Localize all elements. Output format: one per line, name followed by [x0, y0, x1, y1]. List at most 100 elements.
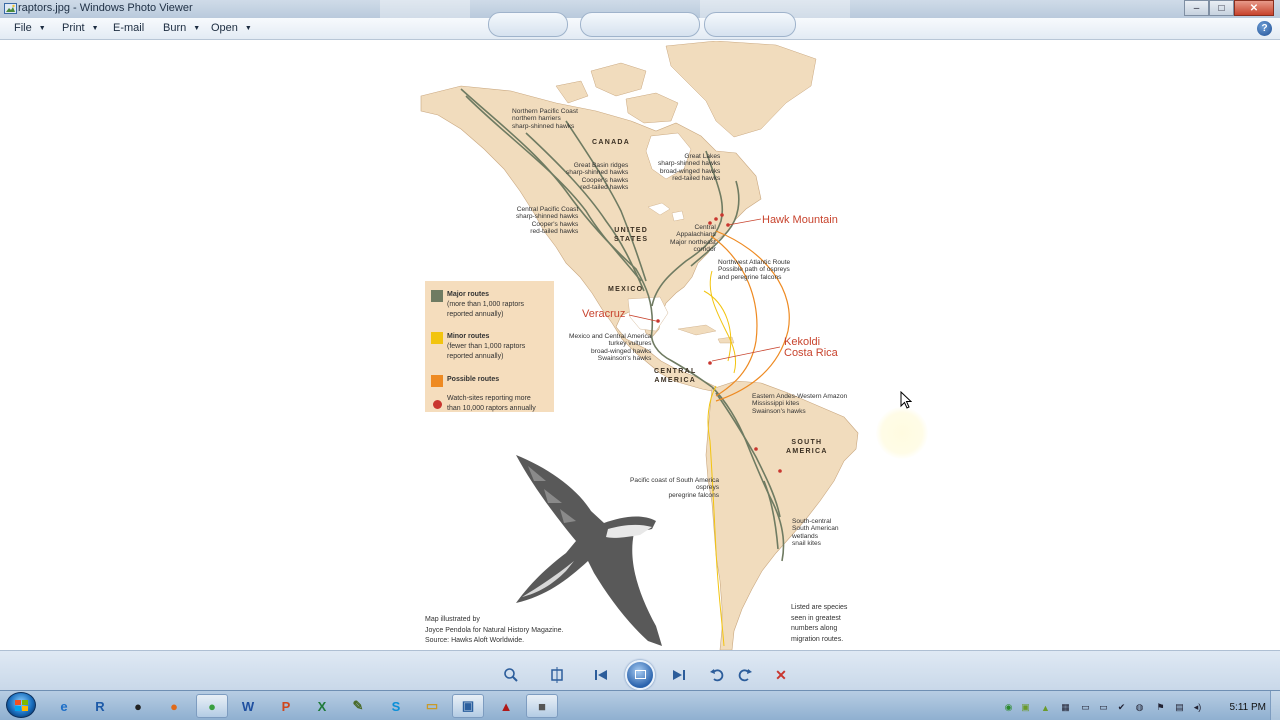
- chevron-down-icon: ▼: [91, 25, 99, 32]
- maximize-button[interactable]: □: [1209, 0, 1234, 16]
- route-title: Northwest Atlantic Route: [718, 259, 791, 266]
- tray-app-icon[interactable]: ◍: [1134, 702, 1145, 713]
- route-great-lakes: Great Lakes sharp-shinned hawks broad-wi…: [658, 153, 720, 183]
- label-hawk-mountain: Hawk Mountain: [762, 214, 838, 226]
- route-mexico-central-america: Mexico and Central America turkey vultur…: [569, 333, 651, 363]
- route-title: Pacific coast of South America: [630, 477, 720, 484]
- note-line: migration routes.: [791, 635, 844, 643]
- note-line: seen in greatest: [791, 614, 841, 622]
- tray-app-icon[interactable]: ▭: [1098, 702, 1109, 713]
- screen: raptors.jpg - Windows Photo Viewer – □ ✕…: [0, 0, 1280, 720]
- route-species: red-tailed hawks: [530, 228, 579, 236]
- tray-app-icon[interactable]: ▲: [1040, 702, 1051, 713]
- windows-logo-icon: [15, 700, 28, 711]
- menu-burn[interactable]: Burn ▼: [163, 22, 200, 34]
- taskbar-chrome-button[interactable]: ●: [196, 694, 228, 718]
- route-species: sharp-shinned hawks: [566, 169, 629, 177]
- taskbar-record-button[interactable]: ●: [122, 694, 154, 718]
- taskbar-explorer-button[interactable]: ▭: [416, 694, 448, 718]
- photo-viewer-app-icon: [4, 3, 17, 14]
- zoom-icon[interactable]: [502, 666, 520, 684]
- label-us-line2: STATES: [614, 236, 649, 243]
- menu-print[interactable]: Print ▼: [62, 22, 99, 34]
- route-title: Eastern Andes-Western Amazon: [752, 393, 848, 400]
- route-central-pacific: Central Pacific Coast sharp-shinned hawk…: [516, 206, 578, 236]
- taskbar-clock[interactable]: 5:11 PM: [1230, 702, 1267, 713]
- taskbar-notes-button[interactable]: ✎: [342, 694, 374, 718]
- previous-icon[interactable]: [592, 666, 610, 684]
- taskbar-camtasia-button[interactable]: ■: [526, 694, 558, 718]
- help-button[interactable]: ?: [1257, 21, 1272, 36]
- tray-app-icon[interactable]: ✔: [1116, 702, 1127, 713]
- raptor-migration-map: CANADA UNITED STATES MEXICO CENTRAL AMERIC…: [416, 41, 864, 650]
- menu-file[interactable]: File ▼: [14, 22, 46, 34]
- rotate-left-icon[interactable]: [708, 666, 726, 684]
- label-central-america: CENTRAL AMERICA: [654, 367, 697, 385]
- note-line: Listed are species: [791, 604, 848, 611]
- watch-site-dot: [778, 469, 782, 473]
- slideshow-button[interactable]: [625, 660, 655, 690]
- arctic-island: [625, 92, 679, 124]
- photo-viewer-icon: ▣: [461, 698, 475, 713]
- minimize-button[interactable]: –: [1184, 0, 1209, 16]
- cursor-highlight: [876, 407, 928, 459]
- route-species: red-tailed hawks: [580, 184, 629, 192]
- route-species: sharp-shinned hawks: [516, 213, 579, 221]
- tray-app-icon[interactable]: ▭: [1080, 702, 1091, 713]
- menu-burn-label: Burn: [163, 22, 187, 34]
- route-species: sharp-shinned hawks: [658, 160, 721, 168]
- network-icon[interactable]: ▤: [1174, 702, 1185, 713]
- credit-line: Map illustrated by: [425, 616, 480, 623]
- taskbar-r-button[interactable]: R: [84, 694, 116, 718]
- skype-icon: S: [391, 698, 401, 714]
- delete-icon[interactable]: ✕: [772, 666, 790, 684]
- watch-site-dot: [714, 217, 718, 221]
- legend-line: Possible routes: [447, 376, 500, 383]
- note-line: numbers along: [791, 625, 838, 632]
- taskbar-word-button[interactable]: W: [232, 694, 264, 718]
- caribbean-islands: [677, 324, 735, 344]
- menu-email[interactable]: E-mail: [113, 22, 144, 34]
- label-us-line1: UNITED: [614, 227, 649, 234]
- taskbar-skype-button[interactable]: S: [380, 694, 412, 718]
- route-title: wetlands: [792, 532, 819, 540]
- label-ca-line1: CENTRAL: [654, 368, 697, 375]
- rotate-delete-group: [704, 12, 796, 37]
- chevron-down-icon: ▼: [244, 25, 252, 32]
- route-species: broad-winged hawks: [590, 347, 652, 355]
- taskbar-powerpoint-button[interactable]: P: [270, 694, 302, 718]
- show-desktop-button[interactable]: [1270, 691, 1280, 720]
- gulf-of-mexico: [627, 296, 669, 332]
- menu-open[interactable]: Open ▼: [211, 22, 252, 34]
- close-button[interactable]: ✕: [1234, 0, 1274, 16]
- taskbar-photo-viewer-button[interactable]: ▣: [452, 694, 484, 718]
- action-center-flag-icon[interactable]: ⚑: [1155, 702, 1166, 713]
- route-title: South-central: [792, 518, 832, 525]
- legend-line: Major routes: [447, 291, 490, 298]
- label-veracruz: Veracruz: [582, 308, 626, 320]
- chevron-down-icon: ▼: [193, 25, 201, 32]
- route-great-basin: Great Basin ridges sharp-shinned hawks C…: [566, 162, 628, 192]
- route-title: Appalachians: [676, 231, 716, 239]
- route-pacific-south-america: Pacific coast of South America ospreys p…: [630, 477, 719, 499]
- label-sa-line2: AMERICA: [786, 448, 828, 455]
- tray-app-icon[interactable]: ▦: [1060, 702, 1071, 713]
- route-title: Northern Pacific Coast: [512, 108, 578, 115]
- taskbar-firefox-button[interactable]: ●: [158, 694, 190, 718]
- taskbar-excel-button[interactable]: X: [306, 694, 338, 718]
- next-icon[interactable]: [670, 666, 688, 684]
- tray-app-icon[interactable]: ▣: [1020, 702, 1031, 713]
- window-controls: – □ ✕: [1184, 0, 1274, 16]
- slideshow-icon: [635, 670, 646, 679]
- arctic-island: [555, 80, 589, 104]
- map-credit: Map illustrated by Joyce Pendola for Nat…: [425, 615, 564, 647]
- volume-icon[interactable]: ◂): [1192, 702, 1203, 713]
- taskbar-ie-button[interactable]: e: [48, 694, 80, 718]
- start-button[interactable]: [6, 692, 36, 718]
- taskbar-acrobat-button[interactable]: ▲: [490, 694, 522, 718]
- rotate-right-icon[interactable]: [736, 666, 754, 684]
- route-title: Great Lakes: [684, 153, 721, 160]
- network-status-icon[interactable]: ◉: [1003, 702, 1014, 713]
- actual-size-icon[interactable]: [548, 666, 566, 684]
- legend-possible-swatch: [431, 375, 443, 387]
